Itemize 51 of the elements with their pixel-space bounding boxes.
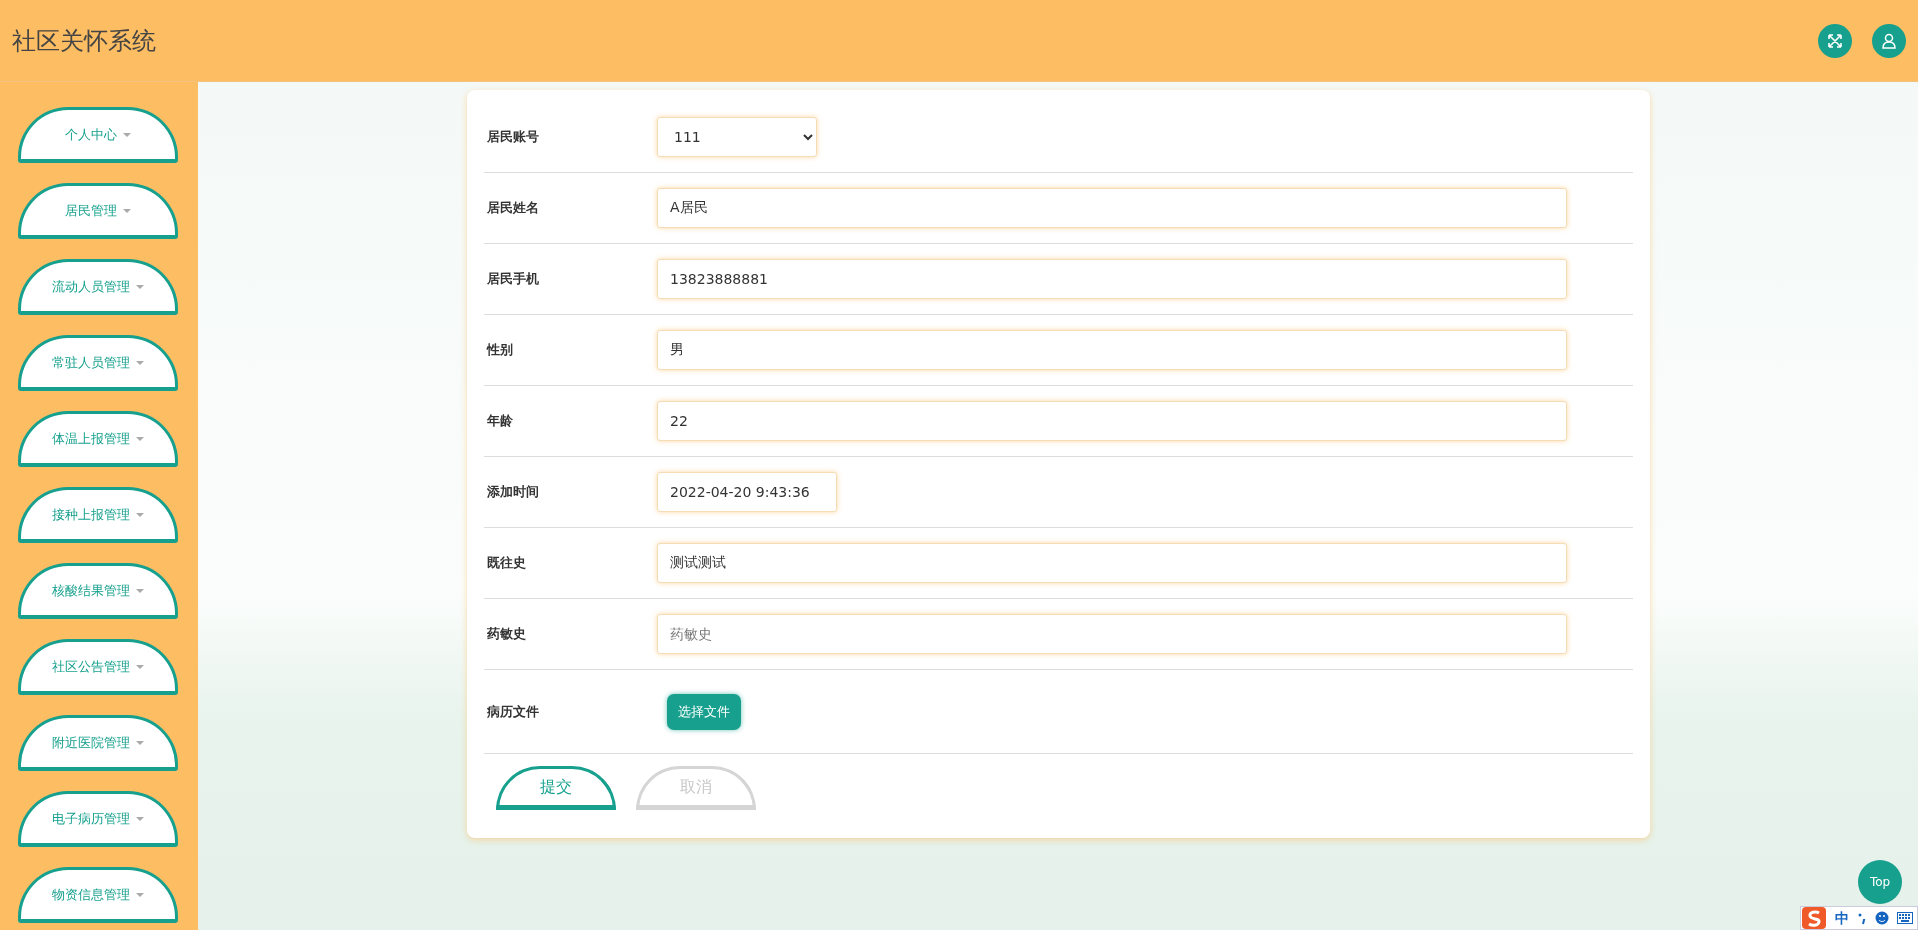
sidebar-menu-button[interactable]: 居民管理 xyxy=(18,183,178,239)
fullscreen-button[interactable] xyxy=(1818,23,1852,58)
caret-icon xyxy=(136,436,144,441)
user-icon xyxy=(1881,32,1897,49)
input-field[interactable]: 13823888881 xyxy=(657,259,1567,299)
sidebar-menu-button[interactable]: 电子病历管理 xyxy=(18,791,178,847)
field-label: 居民账号 xyxy=(487,128,540,147)
sidebar-menu-button[interactable]: 个人中心 xyxy=(18,107,178,163)
field-label: 性别 xyxy=(487,341,514,360)
submit-button[interactable]: 提交 xyxy=(496,766,616,810)
caret-icon xyxy=(136,284,144,289)
field-label: 既往史 xyxy=(487,554,527,573)
smiley-icon xyxy=(1875,911,1889,925)
ime-mode: 中 xyxy=(1835,908,1849,928)
field-label: 居民姓名 xyxy=(487,199,540,218)
input-field[interactable]: 药敏史 xyxy=(657,614,1567,654)
field-label: 病历文件 xyxy=(487,702,540,721)
field-label: 添加时间 xyxy=(487,483,540,502)
input-field[interactable]: A居民 xyxy=(657,188,1567,228)
sidebar-menu-button[interactable]: 接种上报管理 xyxy=(18,487,178,543)
date-field[interactable]: 2022-04-20 9:43:36 xyxy=(657,472,837,512)
field-label: 药敏史 xyxy=(487,625,527,644)
sidebar-menu-button[interactable]: 流动人员管理 xyxy=(18,259,178,315)
back-to-top-button[interactable]: Top xyxy=(1858,860,1902,904)
caret-icon xyxy=(123,132,131,137)
app-title: 社区关怀系统 xyxy=(12,25,157,57)
field-label: 年龄 xyxy=(487,412,514,431)
sidebar-menu-button[interactable]: 核酸结果管理 xyxy=(18,563,178,619)
caret-icon xyxy=(136,664,144,669)
caret-icon xyxy=(136,512,144,517)
caret-icon xyxy=(136,740,144,745)
account-select[interactable]: 111 xyxy=(657,117,817,157)
choose-file-button[interactable]: 选择文件 xyxy=(667,693,741,730)
sidebar-menu-button[interactable]: 常驻人员管理 xyxy=(18,335,178,391)
expand-icon xyxy=(1827,32,1843,49)
sidebar-menu-button[interactable]: 附近医院管理 xyxy=(18,715,178,771)
caret-icon xyxy=(136,588,144,593)
input-field[interactable]: 测试测试 xyxy=(657,543,1567,583)
sidebar-menu-button[interactable]: 体温上报管理 xyxy=(18,411,178,467)
punctuation-icon xyxy=(1857,911,1867,925)
input-field[interactable]: 男 xyxy=(657,330,1567,370)
sidebar-menu-button[interactable]: 社区公告管理 xyxy=(18,639,178,695)
field-label: 居民手机 xyxy=(487,270,540,289)
input-field[interactable]: 22 xyxy=(657,401,1567,441)
caret-icon xyxy=(136,816,144,821)
caret-icon xyxy=(123,208,131,213)
keyboard-icon xyxy=(1897,912,1913,924)
sidebar-menu-button[interactable]: 物资信息管理 xyxy=(18,867,178,923)
caret-icon xyxy=(136,892,144,897)
user-button[interactable] xyxy=(1872,23,1906,58)
caret-icon xyxy=(136,360,144,365)
